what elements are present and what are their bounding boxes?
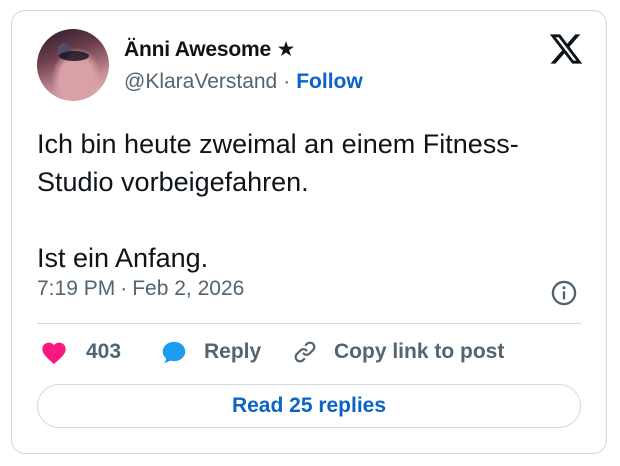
divider xyxy=(37,323,581,324)
author-handle[interactable]: @KlaraVerstand xyxy=(124,70,277,93)
post-date: Feb 2, 2026 xyxy=(132,277,245,300)
like-count: 403 xyxy=(86,340,122,363)
post-text-spacer xyxy=(37,201,587,239)
reply-label: Reply xyxy=(204,340,262,363)
copy-link-button[interactable]: Copy link to post xyxy=(292,337,504,367)
author-handle-row: @KlaraVerstand · Follow xyxy=(124,70,363,94)
post-text-line-2: Studio vorbeigefahren. xyxy=(37,167,309,197)
timestamp-separator: · xyxy=(120,277,128,300)
like-button[interactable]: 403 xyxy=(40,337,121,367)
handle-separator: · xyxy=(283,70,291,93)
link-icon xyxy=(294,341,316,363)
speech-bubble-icon xyxy=(162,341,186,363)
avatar-eye xyxy=(59,51,89,61)
avatar[interactable] xyxy=(37,29,109,101)
author-display-name[interactable]: Änni Awesome ★ xyxy=(124,37,295,62)
info-icon[interactable] xyxy=(550,279,578,307)
post-time: 7:19 PM xyxy=(37,277,116,300)
post-text: Ich bin heute zweimal an einem Fitness- … xyxy=(37,125,587,277)
follow-button[interactable]: Follow xyxy=(296,70,363,93)
post-text-line-1: Ich bin heute zweimal an einem Fitness- xyxy=(37,129,519,159)
x-logo-icon[interactable] xyxy=(548,31,584,67)
embedded-post-card: Änni Awesome ★ @KlaraVerstand · Follow Ich… xyxy=(11,10,607,454)
read-replies-button[interactable]: Read 25 replies xyxy=(37,384,581,428)
post-text-paragraph-2: Ist ein Anfang. xyxy=(37,243,209,273)
heart-icon xyxy=(42,342,66,365)
post-timestamp[interactable]: 7:19 PM · Feb 2, 2026 xyxy=(37,277,244,301)
copy-link-label: Copy link to post xyxy=(334,340,505,363)
reply-button[interactable]: Reply xyxy=(160,337,261,367)
